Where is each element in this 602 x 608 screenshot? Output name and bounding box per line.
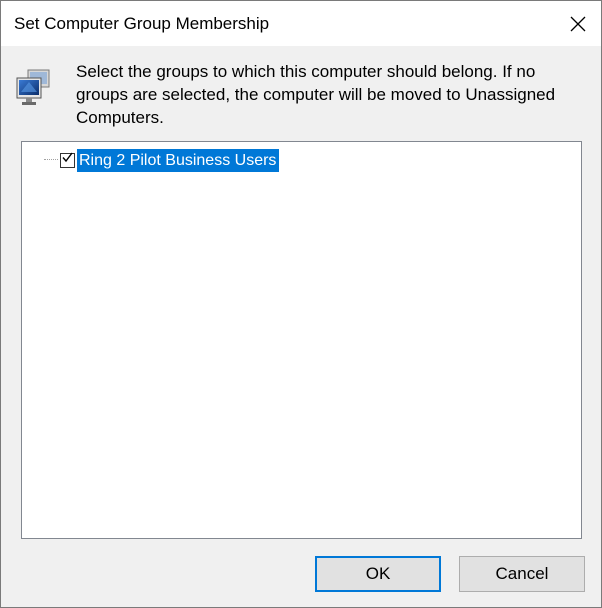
computer-monitor-icon — [15, 68, 51, 108]
dialog-window: Set Computer Group Membership Select the… — [0, 0, 602, 608]
group-checkbox[interactable] — [60, 151, 75, 169]
ok-button[interactable]: OK — [315, 556, 441, 592]
group-tree[interactable]: Ring 2 Pilot Business Users — [21, 141, 582, 539]
tree-item-ring-2-pilot[interactable]: Ring 2 Pilot Business Users — [44, 148, 280, 172]
dialog-description: Select the groups to which this computer… — [76, 62, 556, 127]
close-button[interactable] — [555, 1, 601, 46]
checkmark-icon — [61, 151, 74, 169]
tree-connector — [44, 159, 58, 161]
cancel-button[interactable]: Cancel — [459, 556, 585, 592]
title-bar: Set Computer Group Membership — [1, 1, 601, 46]
group-label[interactable]: Ring 2 Pilot Business Users — [77, 148, 280, 172]
dialog-title: Set Computer Group Membership — [14, 14, 270, 33]
close-icon — [570, 16, 586, 32]
dialog-content: Select the groups to which this computer… — [1, 46, 601, 607]
